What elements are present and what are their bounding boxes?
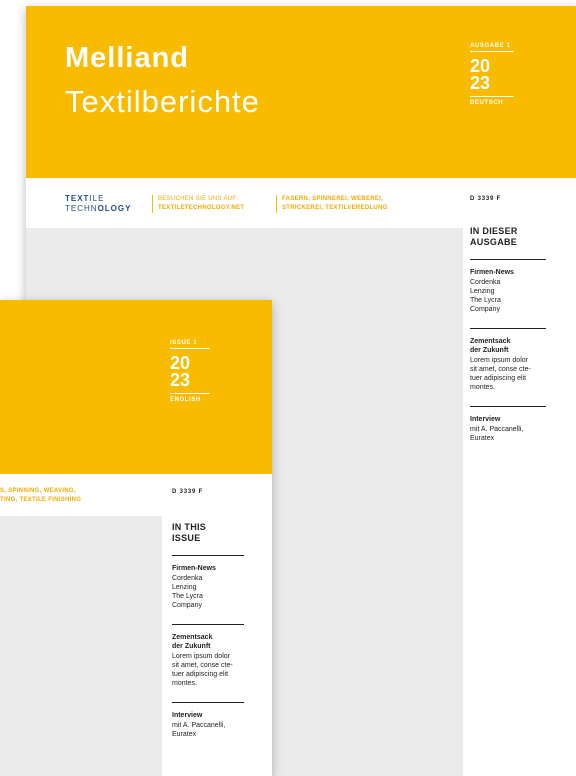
textile-technology-logo: TEXTILE TECHNOLOGY: [65, 194, 132, 213]
issue-label: ISSUE 1: [170, 340, 210, 349]
visit-label: BESUCHEN SIE UNS AUF:: [158, 196, 239, 202]
issue-block: ISSUE 1 20 23 ENGLISH: [170, 340, 210, 403]
magazine-subtitle: Textilberichte: [65, 84, 260, 119]
publication-code: D 3339 F: [172, 489, 204, 495]
visit-url: TEXTILETECHNOLOGY.NET: [158, 205, 245, 211]
toc-section: Firmen-News Cordenka Lenzing The Lycra C…: [470, 259, 546, 314]
cover-header-band: ISSUE 1 20 23 ENGLISH: [0, 300, 272, 474]
issue-block: AUSGABE 1 20 23 DEUTSCH: [470, 43, 514, 106]
toc-heading: IN DIESER AUSGABE: [470, 226, 518, 247]
language-label: DEUTSCH: [470, 96, 514, 106]
table-of-contents: IN DIESER AUSGABE Firmen-News Cordenka L…: [470, 226, 546, 443]
toc-section: Zementsack der Zukunft Lorem ipsum dolor…: [172, 624, 244, 688]
toc-heading: IN THIS ISSUE: [172, 522, 207, 543]
table-of-contents: IN THIS ISSUE Firmen-News Cordenka Lenzi…: [172, 522, 244, 739]
language-label: ENGLISH: [170, 393, 210, 403]
cover-image-placeholder: [0, 516, 162, 776]
issue-label: AUSGABE 1: [470, 43, 514, 52]
year-bottom: 23: [170, 370, 191, 390]
toc-section: Zementsack der Zukunft Lorem ipsum dolor…: [470, 328, 546, 392]
toc-section: Interview mit A. Paccanelli, Euratex: [172, 702, 244, 739]
toc-section: Firmen-News Cordenka Lenzing The Lycra C…: [172, 555, 244, 610]
cover-header-band: Melliand Textilberichte AUSGABE 1 20 23 …: [26, 6, 576, 178]
topics-info: FASERN, SPINNEREI, WEBEREI, STRICKEREI, …: [276, 195, 388, 213]
publication-code: D 3339 F: [470, 196, 502, 202]
toc-section: Interview mit A. Paccanelli, Euratex: [470, 406, 546, 443]
english-magazine-cover: ISSUE 1 20 23 ENGLISH S, SPINNING, WEAVI…: [0, 300, 272, 776]
magazine-title: Melliand: [65, 42, 190, 74]
year-bottom: 23: [470, 73, 491, 93]
topics-info: S, SPINNING, WEAVING, TING, TEXTILE FINI…: [0, 488, 82, 503]
visit-info: BESUCHEN SIE UNS AUF: TEXTILETECHNOLOGY.…: [152, 195, 244, 213]
